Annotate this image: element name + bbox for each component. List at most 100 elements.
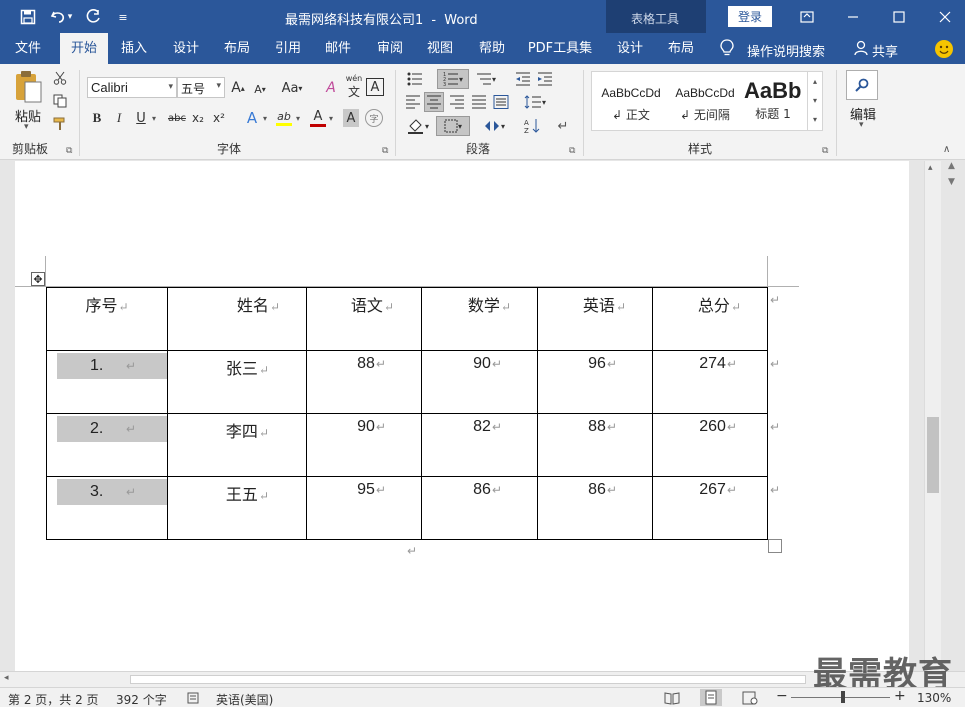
table-cell[interactable]: 李四↵ xyxy=(167,413,307,477)
tab-home[interactable]: 开始 xyxy=(60,33,108,64)
paste-dropdown-icon[interactable]: ▾ xyxy=(24,122,29,132)
strikethrough-button[interactable]: abc xyxy=(166,109,188,127)
table-cell[interactable]: 王五↵ xyxy=(167,476,307,540)
character-shading-button[interactable]: A xyxy=(343,109,359,127)
table-cell[interactable]: 86↵ xyxy=(537,476,653,540)
horizontal-scroll-thumb[interactable] xyxy=(130,675,806,684)
style-no-spacing[interactable]: AaBbCcDd ↲ 无间隔 xyxy=(668,76,742,128)
subscript-button[interactable]: x₂ xyxy=(190,109,206,127)
language-status[interactable]: 英语(美国) xyxy=(216,691,273,707)
customize-toolbar-icon[interactable]: ≡ xyxy=(112,6,134,28)
styles-launcher-icon[interactable]: ⧉ xyxy=(822,146,828,156)
styles-scroll[interactable]: ▴ ▾ ▾ xyxy=(807,72,822,130)
italic-button[interactable]: I xyxy=(111,109,127,127)
align-center-icon[interactable] xyxy=(424,92,444,112)
tab-table-layout[interactable]: 布局 xyxy=(661,33,701,64)
ribbon-display-icon[interactable] xyxy=(796,6,818,28)
multilevel-list-icon[interactable]: ▾ xyxy=(473,70,499,88)
vertical-scrollbar[interactable]: ▴ xyxy=(924,161,941,671)
style-heading-1[interactable]: AaBb 标题 1 xyxy=(742,76,804,128)
table-cell-seq[interactable]: 2. ↵ xyxy=(46,413,168,477)
font-color-button[interactable]: A xyxy=(309,108,327,128)
undo-dropdown-icon[interactable]: ▾ xyxy=(64,6,76,28)
table-cell[interactable]: 95↵ xyxy=(306,476,422,540)
tab-help[interactable]: 帮助 xyxy=(472,33,512,64)
proofing-icon[interactable] xyxy=(187,691,203,705)
character-border-button[interactable]: A xyxy=(366,78,384,96)
decrease-indent-icon[interactable] xyxy=(513,70,533,88)
web-layout-icon[interactable] xyxy=(742,691,758,705)
tab-mailings[interactable]: 邮件 xyxy=(318,33,358,64)
enclose-characters-button[interactable]: 字 xyxy=(365,109,383,127)
bold-button[interactable]: B xyxy=(89,109,105,127)
format-painter-icon[interactable] xyxy=(52,116,68,132)
table-cell[interactable]: 86↵ xyxy=(421,476,538,540)
tab-references[interactable]: 引用 xyxy=(268,33,308,64)
table-cell[interactable]: 张三↵ xyxy=(167,350,307,414)
table-header-cell[interactable]: 总分↵ xyxy=(652,287,768,351)
tell-me-search[interactable]: 操作说明搜索 xyxy=(747,41,825,60)
underline-dropdown-icon[interactable]: ▾ xyxy=(152,114,156,123)
highlight-button[interactable]: ab xyxy=(274,108,294,128)
page-count[interactable]: 第 2 页，共 2 页 xyxy=(8,691,99,707)
copy-icon[interactable] xyxy=(52,93,68,109)
shrink-font-button[interactable]: A ▾ xyxy=(251,80,269,98)
login-button[interactable]: 登录 xyxy=(728,6,772,27)
tab-pdf-tools[interactable]: PDF工具集 xyxy=(526,33,594,64)
table-header-cell[interactable]: 姓名↵ xyxy=(167,287,307,351)
tab-design[interactable]: 设计 xyxy=(166,33,206,64)
increase-indent-icon[interactable] xyxy=(535,70,555,88)
underline-button[interactable]: U xyxy=(133,109,149,127)
smiley-feedback-icon[interactable] xyxy=(935,40,953,58)
tab-review[interactable]: 审阅 xyxy=(370,33,410,64)
minimize-icon[interactable] xyxy=(842,6,864,28)
redo-icon[interactable] xyxy=(82,6,104,28)
table-cell[interactable]: 88↵ xyxy=(537,413,653,477)
table-header-cell[interactable]: 语文↵ xyxy=(306,287,422,351)
tab-file[interactable]: 文件 xyxy=(6,33,50,64)
justify-icon[interactable] xyxy=(469,93,489,111)
style-normal[interactable]: AaBbCcDd ↲ 正文 xyxy=(596,76,666,128)
table-header-cell[interactable]: 数学↵ xyxy=(421,287,538,351)
zoom-level[interactable]: 130% xyxy=(917,691,951,705)
font-launcher-icon[interactable]: ⧉ xyxy=(382,146,388,156)
search-icon[interactable] xyxy=(846,70,878,100)
table-cell[interactable]: 267↵ xyxy=(652,476,768,540)
align-right-icon[interactable] xyxy=(447,93,467,111)
scroll-up-icon[interactable]: ▴ xyxy=(928,163,933,173)
grow-font-button[interactable]: A ▴ xyxy=(229,78,247,98)
table-resize-handle[interactable] xyxy=(768,539,782,553)
word-count[interactable]: 392 个字 xyxy=(116,691,167,707)
paragraph-launcher-icon[interactable]: ⧉ xyxy=(569,146,575,156)
distributed-icon[interactable] xyxy=(491,93,511,111)
tab-view[interactable]: 视图 xyxy=(420,33,460,64)
table-cell[interactable]: 90↵ xyxy=(421,350,538,414)
asian-layout-icon[interactable]: ▾ xyxy=(478,116,510,136)
table-cell[interactable]: 82↵ xyxy=(421,413,538,477)
maximize-icon[interactable] xyxy=(888,6,910,28)
table-header-cell[interactable]: 英语↵ xyxy=(537,287,653,351)
text-effects-dropdown-icon[interactable]: ▾ xyxy=(263,114,267,123)
scroll-up-arrow-icon[interactable]: ▲ xyxy=(948,161,955,171)
paste-icon[interactable] xyxy=(12,70,46,106)
collapse-ribbon-icon[interactable]: ∧ xyxy=(943,144,950,155)
table-move-handle-icon[interactable]: ✥ xyxy=(31,272,45,286)
table-cell[interactable]: 96↵ xyxy=(537,350,653,414)
clipboard-launcher-icon[interactable]: ⧉ xyxy=(66,146,72,156)
table-cell[interactable]: 260↵ xyxy=(652,413,768,477)
scroll-down-arrow-icon[interactable]: ▼ xyxy=(948,177,955,187)
print-layout-icon[interactable] xyxy=(700,689,722,706)
scroll-left-icon[interactable]: ◂ xyxy=(4,673,9,683)
tab-insert[interactable]: 插入 xyxy=(114,33,154,64)
table-cell-seq[interactable]: 3. ↵ xyxy=(46,476,168,540)
sort-icon[interactable]: AZ xyxy=(522,116,544,136)
vertical-scroll-thumb[interactable] xyxy=(927,417,939,493)
superscript-button[interactable]: x² xyxy=(211,109,227,127)
font-size-select[interactable]: 五号 ▾ xyxy=(177,77,225,98)
close-icon[interactable] xyxy=(934,6,956,28)
share-button[interactable]: 共享 xyxy=(872,41,898,60)
zoom-slider-thumb[interactable] xyxy=(841,691,845,703)
show-formatting-marks-icon[interactable]: ↵ xyxy=(554,116,572,136)
change-case-button[interactable]: Aa ▾ xyxy=(279,78,305,98)
tab-table-design[interactable]: 设计 xyxy=(610,33,650,64)
